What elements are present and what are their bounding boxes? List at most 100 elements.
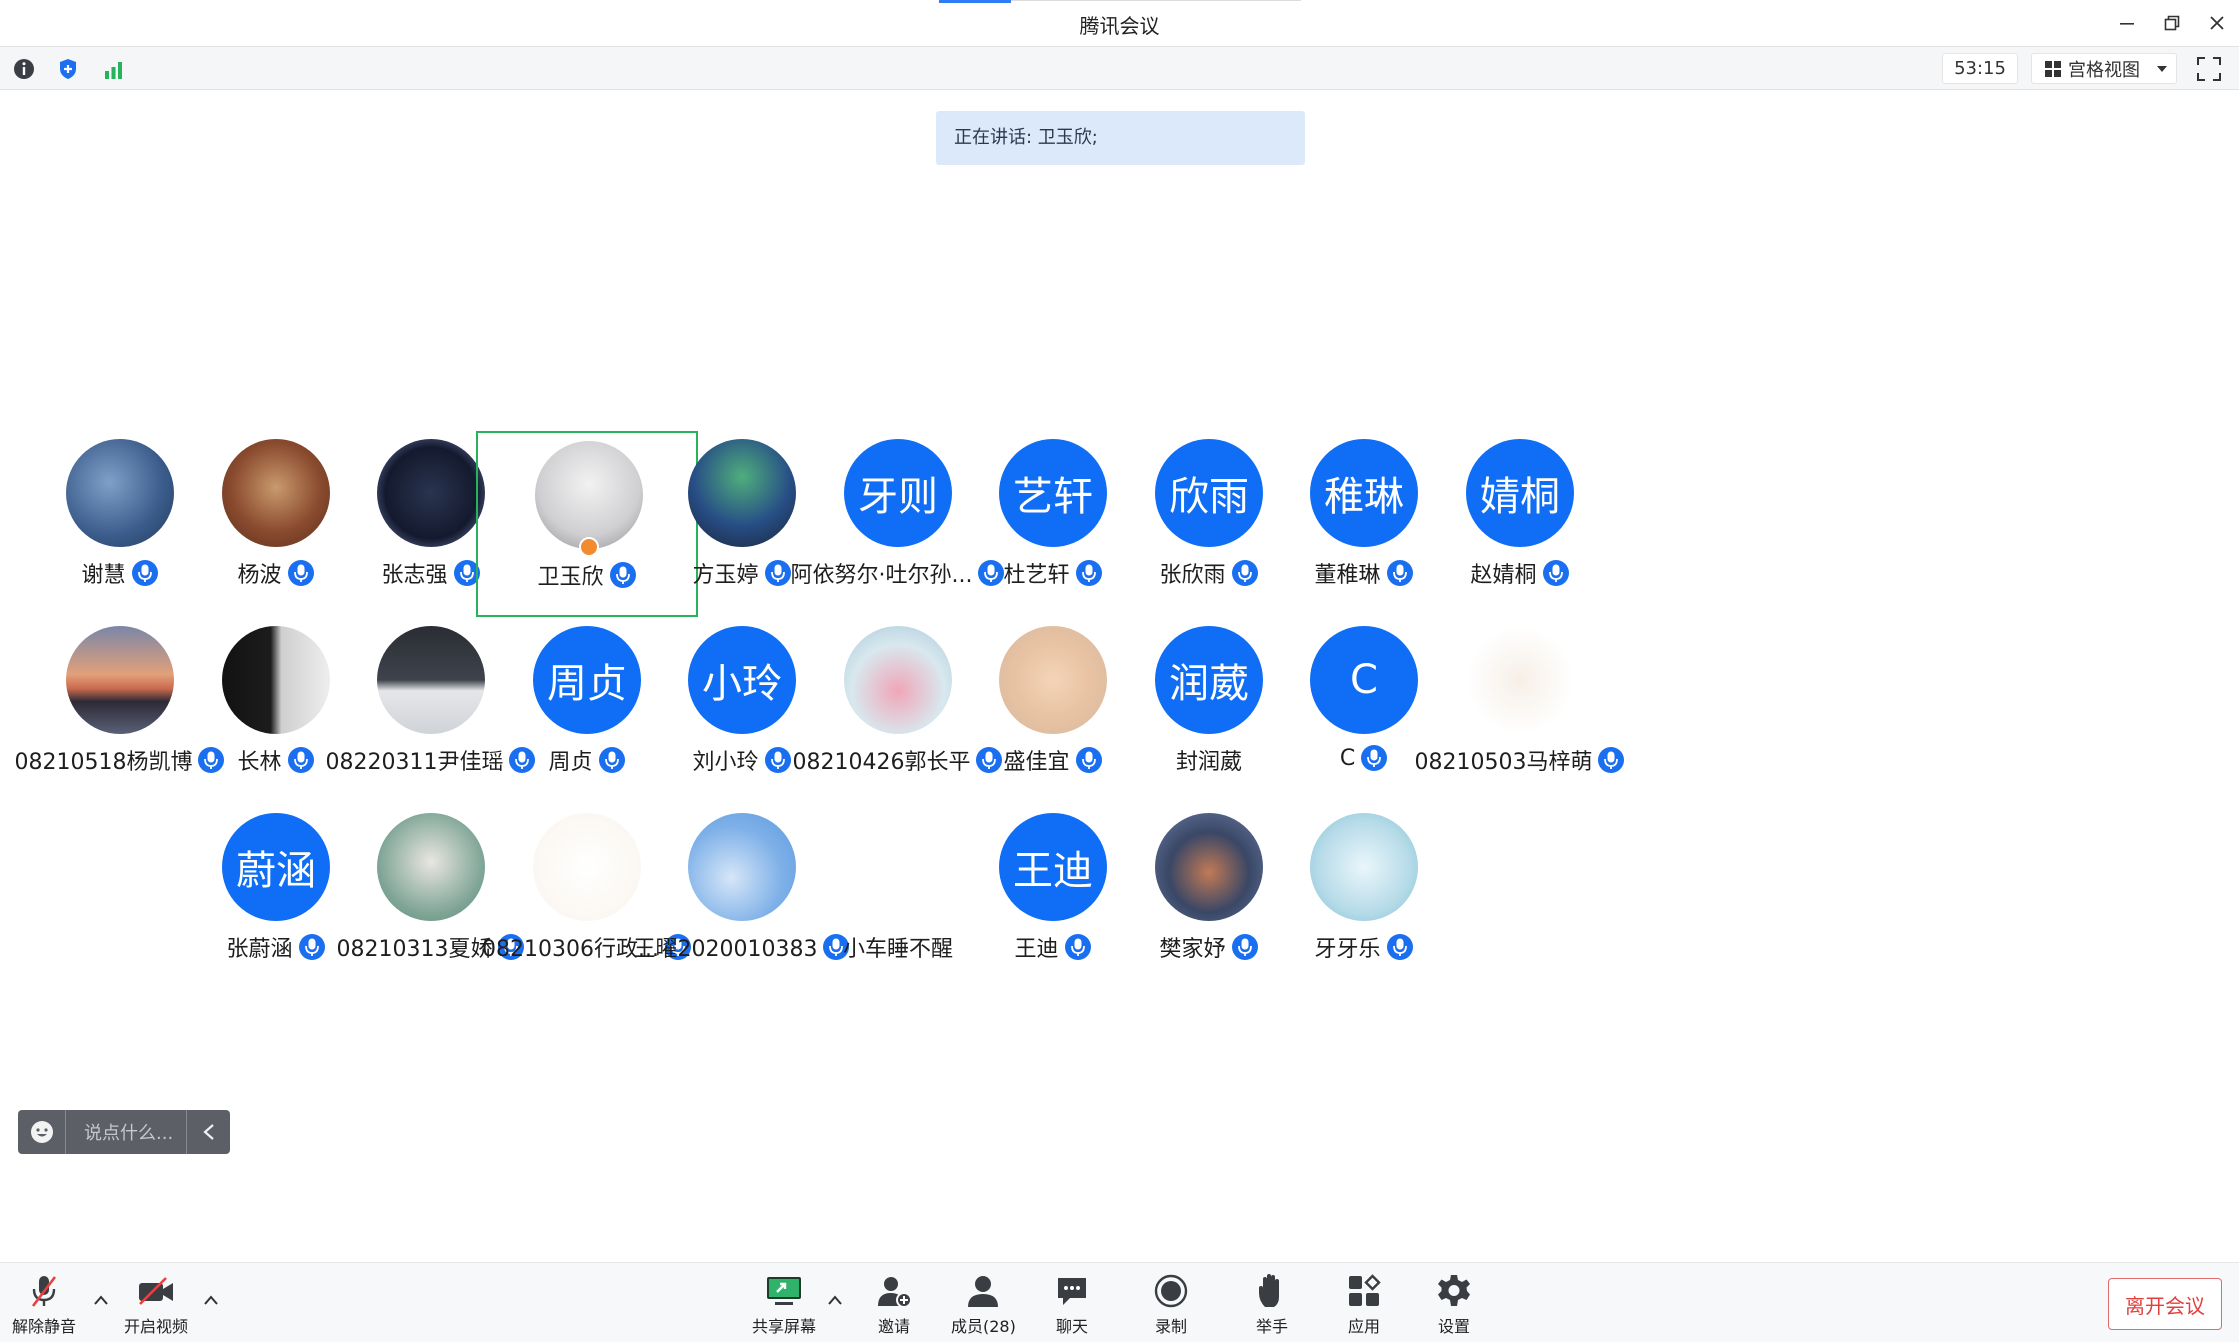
share-screen-label: 共享屏幕: [752, 1317, 817, 1336]
mic-status-icon: [287, 560, 314, 586]
avatar: [844, 813, 952, 921]
avatar: [66, 626, 174, 734]
apps-label: 应用: [1347, 1317, 1380, 1336]
title-divider: [1011, 0, 1301, 1]
avatar: [535, 441, 643, 549]
avatar: [1310, 813, 1418, 921]
camera-off-icon: [139, 1277, 173, 1305]
title-bar: 腾讯会议: [0, 0, 2239, 46]
participant-name: 张蔚涵: [226, 937, 293, 962]
security-button[interactable]: [55, 56, 81, 82]
avatar: 牙则: [844, 439, 952, 547]
participant-name: 张欣雨: [1159, 563, 1226, 588]
avatar: [377, 626, 485, 734]
unmute-button[interactable]: 解除静音: [12, 1271, 76, 1337]
participant-name: 赵婧桐: [1470, 563, 1537, 588]
chat-button[interactable]: 聊天: [1052, 1271, 1092, 1337]
close-icon: [2210, 16, 2224, 30]
add-user-icon: [878, 1277, 912, 1308]
avatar: 润葳: [1155, 626, 1263, 734]
share-screen-button[interactable]: 共享屏幕: [752, 1271, 816, 1337]
fullscreen-icon[interactable]: [2196, 56, 2222, 82]
info-icon: [14, 59, 34, 79]
view-mode-label: 宫格视图: [2068, 59, 2140, 81]
avatar: [377, 439, 485, 547]
meeting-timer: 53:15: [1942, 53, 2018, 84]
collapse-chat-button[interactable]: [186, 1110, 230, 1154]
mic-status-icon: [287, 747, 314, 773]
participant-name-row: 赵婧桐: [1409, 557, 1631, 589]
hand-icon: [1259, 1274, 1279, 1307]
mic-status-icon: [1361, 745, 1388, 771]
meeting-info-button[interactable]: [11, 56, 37, 82]
network-status-button[interactable]: [102, 56, 128, 82]
signal-icon: [105, 62, 122, 79]
meeting-toolbar: 53:15 宫格视图: [0, 46, 2239, 90]
minimize-icon: [2120, 23, 2134, 25]
participant-name: 08210503马梓萌: [1414, 750, 1593, 775]
host-badge-icon: [579, 537, 599, 557]
mic-status-icon: [1386, 934, 1413, 960]
emoji-button[interactable]: [18, 1110, 66, 1154]
participant-tile[interactable]: 婧桐赵婧桐: [1409, 431, 1631, 617]
chat-placeholder[interactable]: 说点什么...: [66, 1119, 186, 1145]
avatar: 艺轩: [999, 439, 1107, 547]
leave-meeting-button[interactable]: 离开会议: [2108, 1278, 2222, 1330]
video-options-caret[interactable]: [204, 1289, 218, 1310]
share-options-caret[interactable]: [828, 1289, 842, 1310]
chevron-left-icon: [202, 1124, 214, 1140]
avatar: 周贞: [533, 626, 641, 734]
participant-name: 杨波: [237, 563, 282, 588]
avatar: [377, 813, 485, 921]
invite-button[interactable]: 邀请: [874, 1271, 914, 1337]
participant-name: 谢慧: [81, 563, 126, 588]
unmute-label: 解除静音: [12, 1317, 77, 1336]
raise-hand-button[interactable]: 举手: [1252, 1271, 1292, 1337]
participant-name: 盛佳宜: [1003, 750, 1070, 775]
apps-button[interactable]: 应用: [1344, 1271, 1384, 1337]
participant-name: 08210313夏娇: [336, 937, 493, 962]
mic-status-icon: [1598, 747, 1625, 773]
avatar: [1155, 813, 1263, 921]
participant-tile[interactable]: 牙牙乐: [1253, 805, 1475, 991]
participant-name: 封润葳: [1175, 750, 1242, 775]
apps-icon: [1349, 1274, 1381, 1306]
members-button[interactable]: 成员(28): [951, 1271, 1016, 1337]
avatar: 婧桐: [1466, 439, 1574, 547]
participant-name: 樊家妤: [1159, 937, 1226, 962]
grid-view-icon: [2045, 60, 2061, 77]
chat-icon: [1058, 1278, 1086, 1305]
participant-name: 王迪: [1014, 937, 1059, 962]
record-button[interactable]: 录制: [1151, 1271, 1191, 1337]
participant-name: 长林: [237, 750, 282, 775]
chevron-up-icon: [94, 1295, 108, 1305]
avatar: [222, 626, 330, 734]
members-icon: [968, 1276, 999, 1307]
record-label: 录制: [1154, 1317, 1187, 1336]
mic-status-icon: [1064, 934, 1091, 960]
minimize-button[interactable]: [2110, 6, 2144, 40]
participant-name: 周贞: [548, 750, 593, 775]
participant-name: 小车睡不醒: [842, 937, 953, 962]
avatar: C: [1310, 626, 1418, 734]
shield-icon: [60, 59, 76, 79]
participant-name: 董稚琳: [1314, 563, 1381, 588]
mic-status-icon: [598, 747, 625, 773]
restore-button[interactable]: [2155, 6, 2189, 40]
audio-options-caret[interactable]: [94, 1289, 108, 1310]
chat-label: 聊天: [1055, 1317, 1088, 1336]
view-mode-dropdown[interactable]: 宫格视图: [2031, 53, 2177, 84]
settings-button[interactable]: 设置: [1434, 1271, 1474, 1337]
avatar: 王迪: [999, 813, 1107, 921]
chat-quick-input[interactable]: 说点什么...: [18, 1110, 230, 1154]
start-video-button[interactable]: 开启视频: [124, 1271, 188, 1337]
title-accent-line: [939, 0, 1011, 3]
participant-tile[interactable]: 08210503马梓萌: [1409, 618, 1631, 804]
avatar: 蔚涵: [222, 813, 330, 921]
mic-status-icon: [1542, 560, 1569, 586]
speaking-indicator: 正在讲话: 卫玉欣;: [936, 111, 1305, 165]
settings-label: 设置: [1437, 1317, 1470, 1336]
participant-name-row: 08210503马梓萌: [1409, 744, 1631, 776]
close-button[interactable]: [2200, 6, 2234, 40]
participant-name: 卫玉欣: [537, 565, 604, 590]
